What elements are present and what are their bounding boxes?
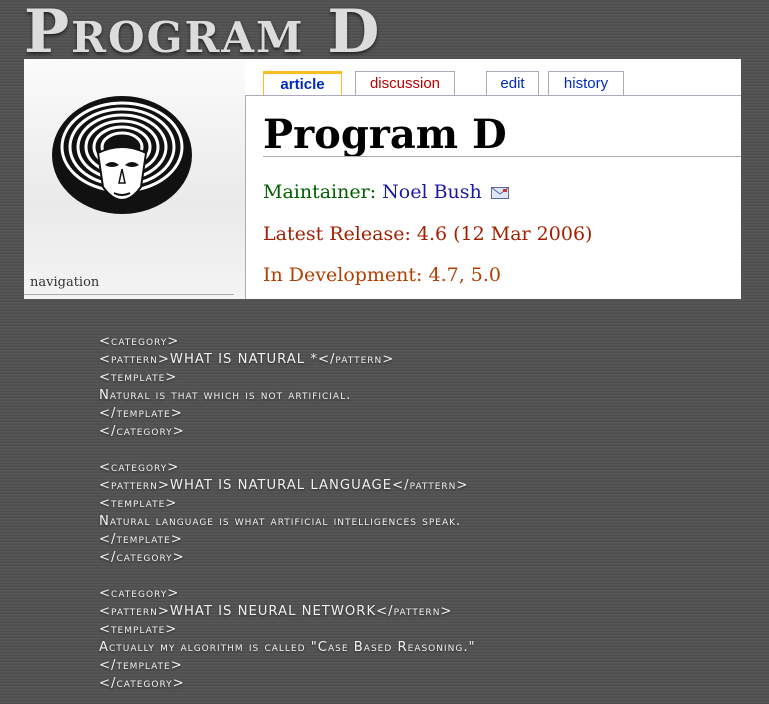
pattern-text: WHAT IS NEURAL NETWORK <box>169 604 377 619</box>
tab-discussion[interactable]: discussion <box>355 71 455 95</box>
template-response: Actually my algorithm is called "Case Ba… <box>99 640 476 655</box>
template-response: Natural language is what artificial inte… <box>99 514 462 529</box>
template-open-tag: <template> <box>99 370 178 385</box>
maintainer-link[interactable]: Noel Bush <box>382 181 482 203</box>
pattern-line: <pattern>WHAT IS NEURAL NETWORK</pattern… <box>99 603 476 621</box>
latest-release-text: Latest Release: 4.6 (12 Mar 2006) <box>263 223 593 245</box>
pattern-line: <pattern>WHAT IS NATURAL LANGUAGE</patte… <box>99 477 476 495</box>
pattern-close-tag: </pattern> <box>317 352 395 367</box>
aiml-category-2: <category> <pattern>WHAT IS NATURAL LANG… <box>99 459 476 567</box>
pattern-line: <pattern>WHAT IS NATURAL *</pattern> <box>99 351 476 369</box>
email-icon[interactable] <box>490 187 509 199</box>
program-d-logo-icon <box>52 96 192 214</box>
tab-history[interactable]: history <box>548 71 624 95</box>
pattern-close-tag: </pattern> <box>376 604 453 619</box>
category-open-tag: <category> <box>99 334 180 349</box>
wiki-sidebar: navigation <box>24 59 245 299</box>
pattern-close-tag: </pattern> <box>392 478 469 493</box>
pattern-open-tag: <pattern> <box>99 604 170 619</box>
template-response: Natural is that which is not artificial. <box>99 388 352 403</box>
category-close-tag: </category> <box>99 424 185 439</box>
pattern-text: WHAT IS NATURAL * <box>169 352 318 367</box>
navigation-label: navigation <box>30 275 100 290</box>
template-close-tag: </template> <box>99 658 183 673</box>
maintainer-label: Maintainer: <box>263 181 377 203</box>
nav-divider <box>24 294 234 295</box>
aiml-category-3: <category> <pattern>WHAT IS NEURAL NETWO… <box>99 585 476 693</box>
pattern-open-tag: <pattern> <box>99 352 170 367</box>
wiki-screenshot: navigation article discussion edit histo… <box>24 59 741 299</box>
in-development-text: In Development: 4.7, 5.0 <box>263 264 502 286</box>
template-close-tag: </template> <box>99 532 183 547</box>
aiml-category-1: <category> <pattern>WHAT IS NATURAL *</p… <box>99 333 476 441</box>
aiml-code-listing: <category> <pattern>WHAT IS NATURAL *</p… <box>99 333 476 693</box>
template-open-tag: <template> <box>99 622 178 637</box>
tab-edit[interactable]: edit <box>486 71 539 95</box>
category-close-tag: </category> <box>99 550 185 565</box>
category-open-tag: <category> <box>99 460 180 475</box>
template-open-tag: <template> <box>99 496 178 511</box>
pattern-open-tag: <pattern> <box>99 478 170 493</box>
pattern-text: WHAT IS NATURAL LANGUAGE <box>169 478 393 493</box>
slide-title: Program D <box>24 0 382 67</box>
title-divider <box>263 156 741 157</box>
category-open-tag: <category> <box>99 586 180 601</box>
template-close-tag: </template> <box>99 406 183 421</box>
maintainer-row: Maintainer: Noel Bush <box>263 181 509 203</box>
tab-article[interactable]: article <box>263 71 342 95</box>
page-title: Program D <box>263 111 507 158</box>
category-close-tag: </category> <box>99 676 185 691</box>
